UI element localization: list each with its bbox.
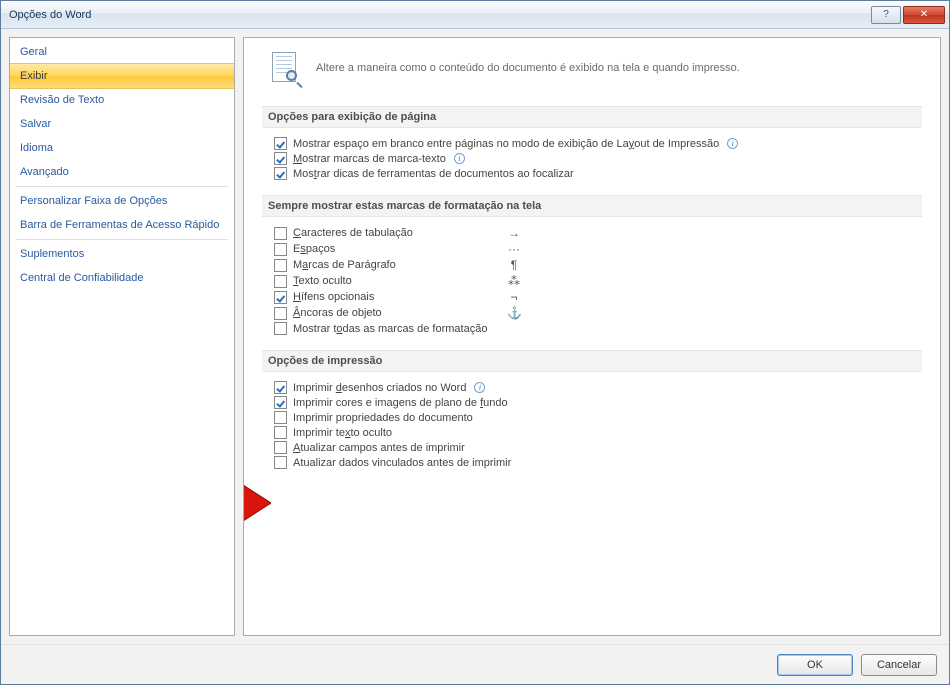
window-title: Opções do Word	[9, 9, 871, 21]
dialog-body: Geral Exibir Revisão de Texto Salvar Idi…	[1, 29, 949, 644]
option-row: Imprimir propriedades do documento	[262, 410, 922, 425]
help-button[interactable]: ?	[871, 6, 901, 24]
format-symbol: ¶	[507, 258, 521, 272]
panel-header: Altere a maneira como o conteúdo do docu…	[270, 50, 922, 86]
option-row: Texto oculto ⁂	[262, 273, 922, 289]
sidebar-item-revisao[interactable]: Revisão de Texto	[10, 88, 234, 112]
section-formatting-title: Sempre mostrar estas marcas de formataçã…	[262, 195, 922, 217]
info-icon[interactable]: i	[454, 153, 465, 164]
option-row: Mostrar espaço em branco entre páginas n…	[262, 136, 922, 151]
sidebar-item-barra-acesso-rapido[interactable]: Barra de Ferramentas de Acesso Rápido	[10, 213, 234, 237]
sidebar-separator	[16, 239, 228, 240]
document-magnifier-icon	[270, 50, 302, 86]
info-icon[interactable]: i	[474, 382, 485, 393]
checkbox-label: Imprimir texto oculto	[293, 427, 392, 439]
format-symbol: ···	[507, 242, 521, 256]
format-symbol: ⁂	[507, 274, 521, 288]
option-row: Imprimir texto oculto	[262, 425, 922, 440]
sidebar-separator	[16, 186, 228, 187]
section-printing-title: Opções de impressão	[262, 350, 922, 372]
option-row: Espaços ···	[262, 241, 922, 257]
close-button[interactable]: ✕	[903, 6, 945, 24]
format-symbol: ⚓	[507, 306, 522, 320]
checkbox-label: Atualizar campos antes de imprimir	[293, 442, 465, 454]
checkbox-label: Mostrar marcas de marca-texto	[293, 153, 446, 165]
cancel-button[interactable]: Cancelar	[861, 654, 937, 676]
checkbox[interactable]	[274, 275, 287, 288]
sidebar-item-personalizar-faixa[interactable]: Personalizar Faixa de Opções	[10, 189, 234, 213]
checkbox[interactable]	[274, 456, 287, 469]
checkbox[interactable]	[274, 291, 287, 304]
checkbox[interactable]	[274, 426, 287, 439]
checkbox-label: Mostrar dicas de ferramentas de document…	[293, 168, 574, 180]
checkbox-label: Hífens opcionais	[293, 291, 493, 303]
sidebar-item-salvar[interactable]: Salvar	[10, 112, 234, 136]
checkbox-label: Imprimir desenhos criados no Word	[293, 382, 466, 394]
sidebar-item-geral[interactable]: Geral	[10, 40, 234, 64]
checkbox-label: Atualizar dados vinculados antes de impr…	[293, 457, 511, 469]
window-buttons: ? ✕	[871, 6, 945, 24]
checkbox-label: Caracteres de tabulação	[293, 227, 493, 239]
checkbox[interactable]	[274, 441, 287, 454]
option-row: Caracteres de tabulação →	[262, 225, 922, 241]
category-sidebar: Geral Exibir Revisão de Texto Salvar Idi…	[9, 37, 235, 636]
dialog-footer: OK Cancelar	[1, 644, 949, 684]
checkbox-label: Imprimir cores e imagens de plano de fun…	[293, 397, 508, 409]
option-row: Âncoras de objeto ⚓	[262, 305, 922, 321]
option-row: Mostrar marcas de marca-texto i	[262, 151, 922, 166]
checkbox[interactable]	[274, 167, 287, 180]
option-row: Mostrar todas as marcas de formatação	[262, 321, 922, 336]
checkbox[interactable]	[274, 381, 287, 394]
option-row: Atualizar campos antes de imprimir	[262, 440, 922, 455]
option-row: Atualizar dados vinculados antes de impr…	[262, 455, 922, 470]
checkbox[interactable]	[274, 227, 287, 240]
sidebar-item-exibir[interactable]: Exibir	[10, 63, 234, 89]
checkbox-label: Mostrar todas as marcas de formatação	[293, 323, 493, 335]
option-row: Imprimir cores e imagens de plano de fun…	[262, 395, 922, 410]
options-dialog: Opções do Word ? ✕ Geral Exibir Revisão …	[0, 0, 950, 685]
section-page-display: Mostrar espaço em branco entre páginas n…	[262, 136, 922, 181]
callout-arrow-icon	[243, 485, 271, 521]
option-row: Marcas de Parágrafo ¶	[262, 257, 922, 273]
content-panel: Altere a maneira como o conteúdo do docu…	[243, 37, 941, 636]
section-page-display-title: Opções para exibição de página	[262, 106, 922, 128]
checkbox-label: Texto oculto	[293, 275, 493, 287]
sidebar-item-confiabilidade[interactable]: Central de Confiabilidade	[10, 266, 234, 290]
checkbox[interactable]	[274, 243, 287, 256]
sidebar-item-idioma[interactable]: Idioma	[10, 136, 234, 160]
checkbox-label: Âncoras de objeto	[293, 307, 493, 319]
option-row: Imprimir desenhos criados no Word i	[262, 380, 922, 395]
section-formatting: Caracteres de tabulação→Espaços···Marcas…	[262, 225, 922, 336]
section-printing: Imprimir desenhos criados no WordiImprim…	[262, 380, 922, 470]
checkbox-label: Imprimir propriedades do documento	[293, 412, 473, 424]
format-symbol: ¬	[507, 290, 521, 304]
checkbox[interactable]	[274, 396, 287, 409]
checkbox[interactable]	[274, 137, 287, 150]
checkbox[interactable]	[274, 259, 287, 272]
checkbox[interactable]	[274, 322, 287, 335]
ok-button[interactable]: OK	[777, 654, 853, 676]
checkbox[interactable]	[274, 411, 287, 424]
titlebar: Opções do Word ? ✕	[1, 1, 949, 29]
option-row: Mostrar dicas de ferramentas de document…	[262, 166, 922, 181]
panel-header-text: Altere a maneira como o conteúdo do docu…	[316, 62, 740, 74]
option-row: Hífens opcionais ¬	[262, 289, 922, 305]
checkbox-label: Marcas de Parágrafo	[293, 259, 493, 271]
checkbox[interactable]	[274, 152, 287, 165]
info-icon[interactable]: i	[727, 138, 738, 149]
sidebar-item-suplementos[interactable]: Suplementos	[10, 242, 234, 266]
format-symbol: →	[507, 226, 521, 240]
checkbox-label: Mostrar espaço em branco entre páginas n…	[293, 138, 719, 150]
sidebar-item-avancado[interactable]: Avançado	[10, 160, 234, 184]
checkbox[interactable]	[274, 307, 287, 320]
checkbox-label: Espaços	[293, 243, 493, 255]
